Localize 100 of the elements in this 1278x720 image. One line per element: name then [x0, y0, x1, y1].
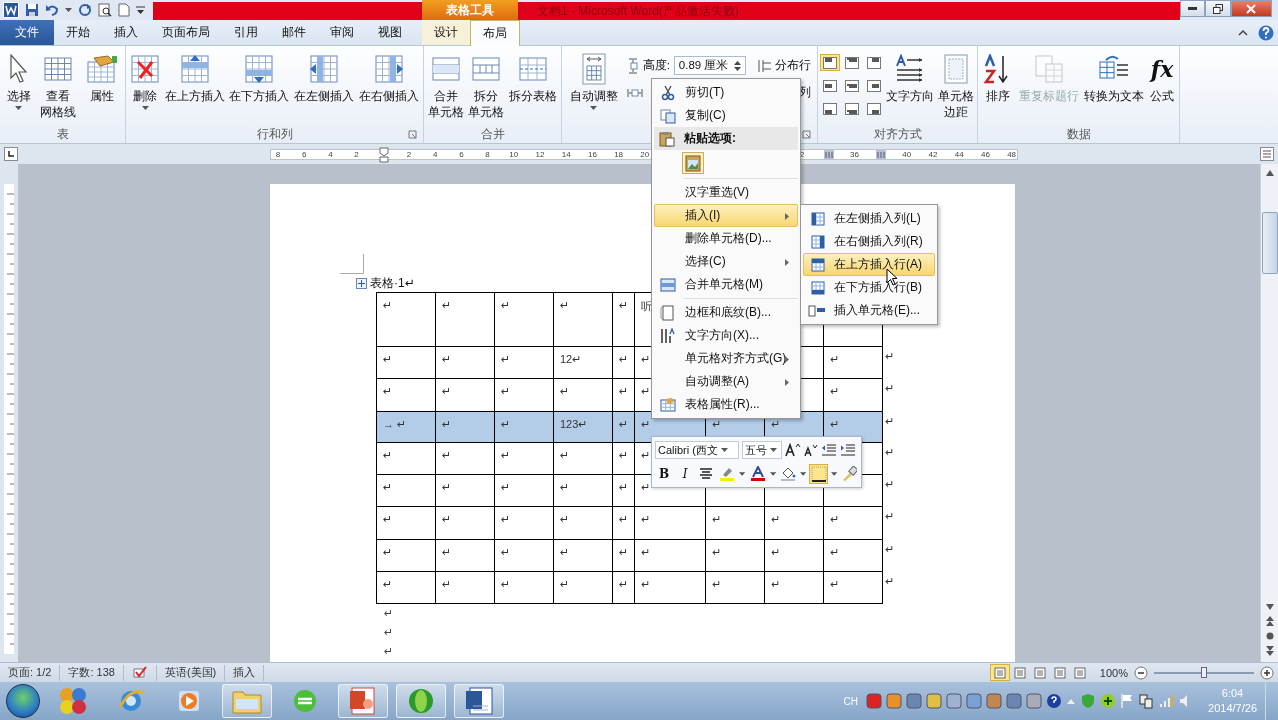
tab-stop-icon[interactable] — [4, 147, 18, 161]
cell-alignment-button[interactable] — [842, 54, 862, 71]
collapse-ribbon-icon[interactable] — [1238, 29, 1248, 36]
plus-circle-icon[interactable] — [1100, 693, 1117, 709]
cell-alignment-button[interactable] — [820, 77, 840, 94]
distribute-rows-button[interactable]: 分布行 — [758, 58, 812, 73]
shrink-font-icon[interactable] — [804, 443, 818, 457]
taskbar-app-button[interactable] — [454, 684, 504, 718]
next-page-icon[interactable] — [1265, 646, 1274, 656]
ribbon-tab[interactable]: 引用 — [222, 20, 270, 45]
menu-item[interactable]: 插入(I) — [654, 204, 798, 227]
menu-item[interactable]: 选择(C) — [654, 250, 798, 273]
cell-alignment-button[interactable] — [842, 77, 862, 94]
tray-icon[interactable] — [906, 693, 923, 709]
menu-item[interactable]: 在左侧插入列(L) — [803, 207, 935, 230]
menu-item[interactable]: 删除单元格(D)... — [654, 227, 798, 250]
help-icon[interactable] — [1258, 24, 1274, 41]
previous-page-icon[interactable] — [1265, 616, 1274, 626]
menu-item[interactable]: 插入单元格(E)... — [803, 299, 935, 322]
menu-item[interactable]: 剪切(T) — [654, 81, 798, 104]
ribbon-button[interactable]: 在下方插入 — [227, 52, 292, 104]
tray-icon[interactable] — [986, 693, 1003, 709]
zoom-slider-thumb[interactable] — [1201, 666, 1207, 678]
tray-icon[interactable] — [866, 693, 883, 709]
taskbar-app-button[interactable] — [338, 684, 388, 718]
save-icon[interactable] — [25, 3, 39, 17]
redo-icon[interactable] — [78, 3, 92, 17]
ribbon-tab[interactable]: 邮件 — [270, 20, 318, 45]
ribbon-button[interactable]: 在上方插入 — [162, 52, 227, 104]
word-count[interactable]: 字数: 138 — [60, 664, 124, 681]
ribbon-button[interactable]: 查看 网格线 — [38, 52, 79, 120]
ribbon-button[interactable]: 拆分表格 — [506, 52, 559, 104]
ribbon-tab[interactable]: 文件 — [0, 20, 54, 45]
cell-alignment-button[interactable] — [842, 100, 862, 117]
cell-alignment-button[interactable] — [864, 77, 884, 94]
scrollbar-thumb[interactable] — [1261, 212, 1278, 274]
increase-indent-icon[interactable] — [840, 443, 856, 457]
page-count[interactable]: 页面: 1/2 — [0, 664, 61, 681]
zoom-in-icon[interactable] — [1260, 665, 1274, 680]
ribbon-button[interactable]: 合并 单元格 — [426, 52, 467, 120]
cell-alignment-button[interactable] — [864, 54, 884, 71]
taskbar-app-button[interactable] — [396, 684, 446, 718]
ribbon-tab[interactable]: 页面布局 — [150, 20, 222, 45]
tray-icon[interactable] — [1026, 693, 1043, 709]
indent-marker-icon[interactable] — [379, 147, 389, 163]
ribbon-tab[interactable]: 设计 — [422, 20, 470, 45]
font-size-field[interactable]: 五号 — [742, 441, 782, 459]
tray-icon[interactable] — [1006, 693, 1023, 709]
dialog-launcher-icon[interactable] — [408, 130, 417, 139]
height-field[interactable]: 0.89 厘米 — [673, 56, 747, 75]
grow-font-icon[interactable] — [785, 443, 801, 457]
ribbon-tab[interactable]: 布局 — [470, 20, 520, 46]
proofing-icon[interactable] — [131, 665, 148, 680]
tray-icon[interactable] — [946, 693, 963, 709]
ribbon-button[interactable]: 属性 — [84, 52, 121, 104]
scroll-up-icon[interactable] — [1265, 170, 1274, 176]
tray-icon[interactable] — [926, 693, 943, 709]
new-document-icon[interactable] — [118, 3, 130, 17]
ribbon-tab[interactable]: 审阅 — [318, 20, 366, 45]
insert-mode-indicator[interactable]: 插入 — [225, 664, 265, 681]
menu-item[interactable]: 在右侧插入列(R) — [803, 230, 935, 253]
tray-icon[interactable] — [966, 693, 983, 709]
cell-alignment-button[interactable] — [864, 100, 884, 117]
help-icon[interactable] — [1046, 693, 1063, 709]
ribbon-button[interactable]: 选择 — [4, 52, 33, 110]
minimize-button[interactable] — [1180, 0, 1206, 17]
spinner-icon[interactable] — [734, 59, 742, 72]
browse-object-icon[interactable] — [1265, 632, 1274, 640]
ribbon-button[interactable]: 在左侧插入 — [292, 52, 357, 104]
paste-picture-button[interactable] — [682, 152, 704, 174]
cell-alignment-button[interactable] — [820, 100, 840, 117]
network-icon[interactable] — [1138, 693, 1155, 709]
ribbon-button[interactable]: 单元格 边距 — [936, 52, 976, 120]
ribbon-tab[interactable]: 开始 — [54, 20, 102, 45]
ribbon-button[interactable]: 转换为文本 — [1082, 52, 1147, 104]
ribbon-button[interactable]: 在右侧插入 — [356, 52, 421, 104]
ribbon-button[interactable]: fx 公式 — [1148, 52, 1177, 104]
font-name-field[interactable]: Calibri (西文 — [655, 441, 739, 459]
ribbon-button[interactable]: 文字方向 — [884, 52, 936, 104]
vertical-scrollbar[interactable] — [1260, 164, 1278, 662]
column-marker-icon[interactable] — [876, 150, 886, 160]
close-button[interactable] — [1230, 0, 1272, 17]
toolbar-button[interactable] — [748, 464, 767, 484]
menu-item[interactable]: 汉字重选(V) — [654, 181, 798, 204]
customize-menu-icon[interactable] — [136, 5, 145, 15]
column-marker-icon[interactable] — [824, 150, 834, 160]
menu-item[interactable]: 复制(C) — [654, 104, 798, 127]
ruler-toggle-icon[interactable] — [1260, 147, 1274, 161]
zoom-level[interactable]: 100% — [1099, 666, 1128, 679]
cell-alignment-button[interactable] — [820, 54, 840, 71]
document-icon[interactable] — [3, 2, 19, 18]
ribbon-button[interactable]: 自动调整 — [567, 52, 620, 110]
ribbon-button[interactable]: 拆分 单元格 — [466, 52, 507, 120]
print-preview-icon[interactable] — [98, 3, 112, 17]
ribbon-tab[interactable]: 插入 — [102, 20, 150, 45]
undo-icon[interactable] — [45, 3, 59, 17]
tray-icon[interactable] — [886, 693, 903, 709]
ribbon-tab[interactable]: 视图 — [366, 20, 414, 45]
ribbon-button[interactable]: 排序 — [980, 52, 1015, 104]
zoom-out-icon[interactable] — [1134, 665, 1148, 680]
